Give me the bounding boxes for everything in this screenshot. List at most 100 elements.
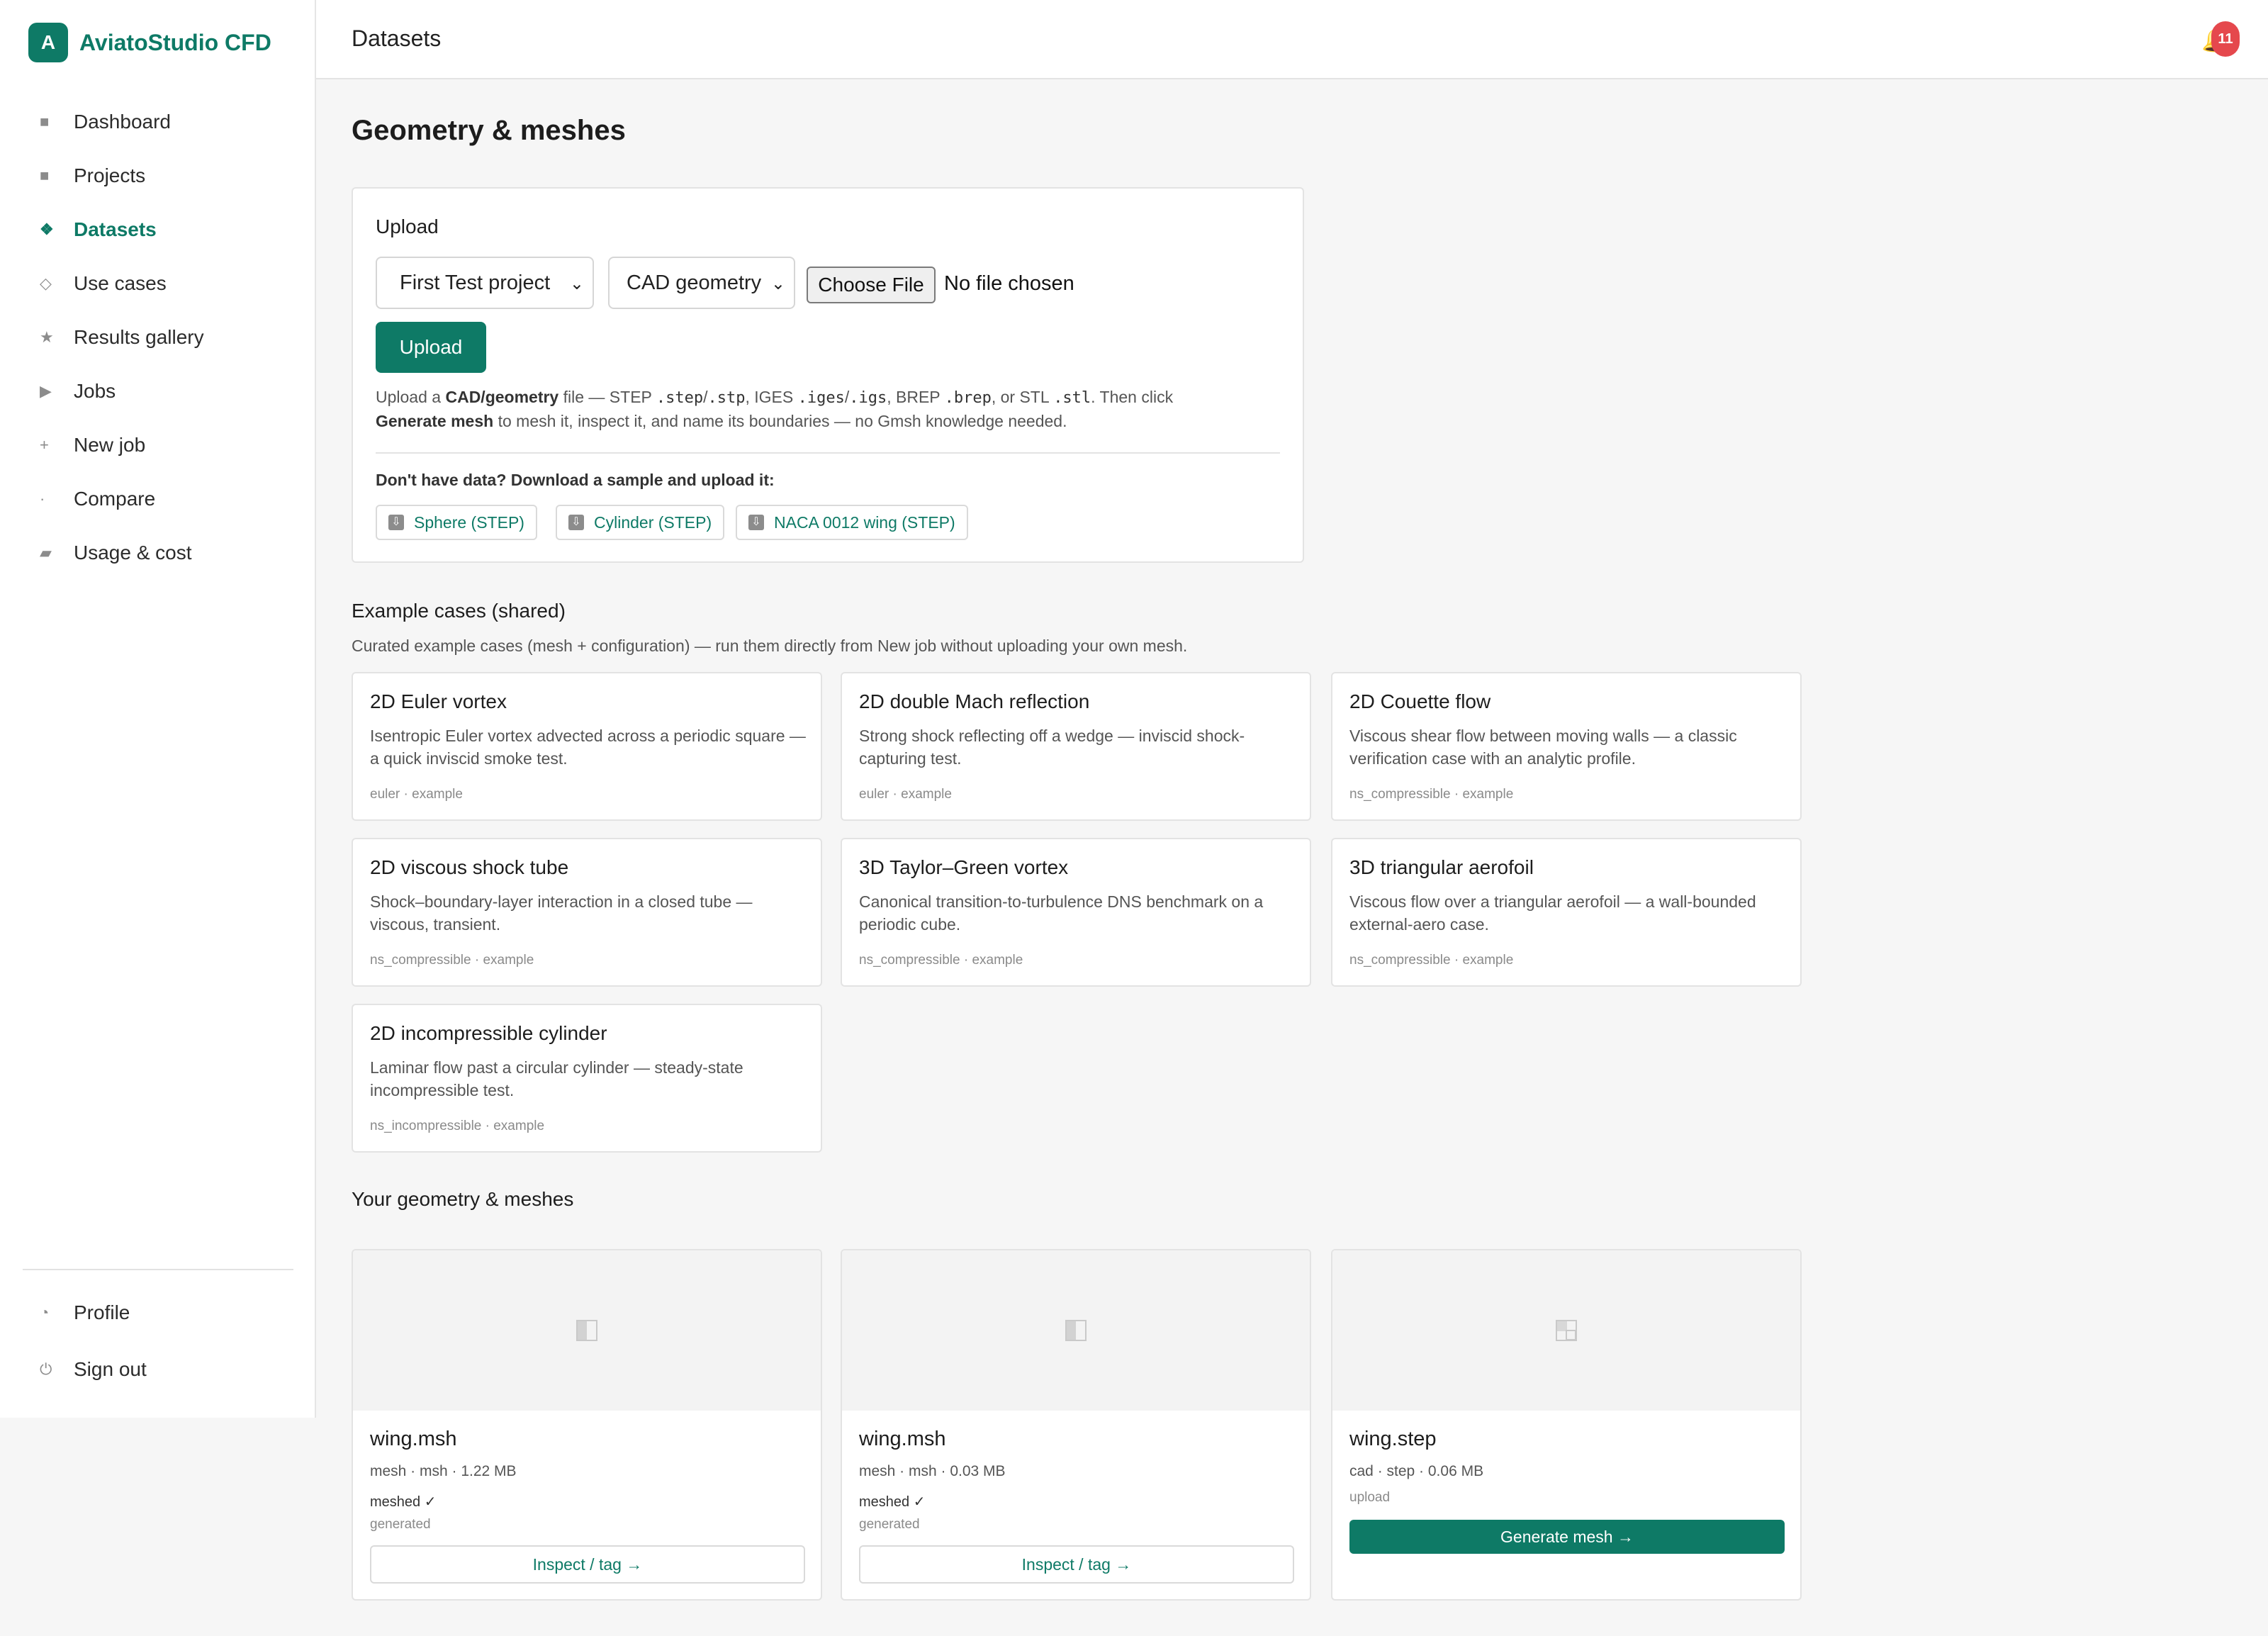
sidebar-item-sign-out[interactable]: ⏻ Sign out [28, 1350, 298, 1389]
generate-mesh-button[interactable]: Generate mesh → [1349, 1520, 1785, 1554]
geometry-meta: mesh · msh · 1.22 MB [370, 1463, 517, 1479]
geometry-filename: wing.step [1349, 1428, 1437, 1450]
upload-help-text: Upload a CAD/geometry file — STEP .step/… [376, 388, 1174, 430]
example-description: Viscous shear flow between moving walls … [1349, 727, 1737, 768]
example-meta: euler · example [370, 787, 463, 802]
sidebar-divider [23, 1269, 293, 1270]
sample-sphere-link[interactable]: ⇩ Sphere (STEP) [376, 505, 537, 540]
sidebar-item-compare[interactable]: · Compare [28, 479, 298, 519]
geometry-filename: wing.msh [370, 1428, 457, 1450]
page-title: Geometry & meshes [352, 115, 626, 146]
page-header-title: Datasets [352, 26, 442, 51]
profile-icon: ◔ [40, 1304, 50, 1321]
mesh-placeholder-icon [1065, 1320, 1087, 1341]
sample-cylinder-link[interactable]: ⇩ Cylinder (STEP) [556, 505, 725, 540]
geometry-type-select-value: CAD geometry [627, 271, 762, 294]
brand-name: AviatoStudio CFD [79, 29, 271, 55]
sidebar-item-label: Dashboard [74, 111, 171, 133]
diamond-outline-icon: ◇ [40, 274, 52, 292]
geometry-thumbnail [1332, 1250, 1800, 1411]
cad-placeholder-icon [1556, 1320, 1577, 1341]
chevron-down-icon: ⌄ [569, 274, 584, 293]
upload-card: Upload First Test project ⌄ CAD geometry… [352, 187, 1304, 563]
geometry-meta: cad · step · 0.06 MB [1349, 1463, 1484, 1479]
download-icon: ⇩ [748, 515, 764, 530]
plus-icon: + [40, 436, 49, 454]
examples-section-title: Example cases (shared) [352, 600, 566, 622]
upload-heading: Upload [376, 215, 439, 237]
example-title: 2D incompressible cylinder [370, 1022, 607, 1044]
choose-file-button[interactable]: Choose File [807, 267, 936, 303]
geometry-status: meshed ✓ [859, 1494, 926, 1510]
example-card[interactable]: 2D double Mach reflection Strong shock r… [841, 672, 1311, 821]
example-meta: ns_incompressible · example [370, 1119, 545, 1133]
sidebar-item-results-gallery[interactable]: ★ Results gallery [28, 318, 298, 357]
geometry-meta: mesh · msh · 0.03 MB [859, 1463, 1006, 1479]
example-card[interactable]: 2D viscous shock tube Shock–boundary-lay… [352, 838, 822, 987]
download-icon: ⇩ [388, 515, 404, 530]
notification-count-badge: 11 [2211, 21, 2240, 57]
file-status: No file chosen [944, 272, 1074, 295]
sample-title: Don't have data? Download a sample and u… [376, 471, 775, 489]
geometry-filename: wing.msh [859, 1428, 946, 1450]
sidebar-item-label: Datasets [74, 218, 157, 240]
geometry-card: wing.step cad · step · 0.06 MB upload Ge… [1331, 1249, 1802, 1601]
divider [376, 452, 1280, 454]
sidebar-item-datasets[interactable]: ❖ Datasets [28, 210, 298, 250]
mesh-placeholder-icon [576, 1320, 597, 1341]
example-description: Canonical transition-to-turbulence DNS b… [859, 892, 1264, 934]
inspect-tag-button[interactable]: Inspect / tag → [859, 1545, 1294, 1584]
example-description: Laminar flow past a circular cylinder — … [370, 1058, 743, 1099]
square-icon: ■ [40, 167, 50, 184]
examples-section-subtitle: Curated example cases (mesh + configurat… [352, 637, 1188, 655]
geometry-type-select[interactable]: CAD geometry ⌄ [608, 257, 795, 309]
brand[interactable]: A AviatoStudio CFD [28, 23, 271, 62]
sidebar-item-new-job[interactable]: + New job [28, 425, 298, 465]
sidebar-item-usage-cost[interactable]: ▰ Usage & cost [28, 533, 298, 573]
example-title: 3D triangular aerofoil [1349, 856, 1534, 878]
brand-logo: A [28, 23, 68, 62]
example-card[interactable]: 2D Couette flow Viscous shear flow betwe… [1331, 672, 1802, 821]
example-card[interactable]: 3D triangular aerofoil Viscous flow over… [1331, 838, 1802, 987]
example-title: 2D Couette flow [1349, 690, 1491, 712]
sidebar-item-profile[interactable]: ◔ Profile [28, 1293, 298, 1333]
geometry-source: generated [370, 1517, 431, 1532]
sidebar-item-use-cases[interactable]: ◇ Use cases [28, 264, 298, 303]
sidebar-item-projects[interactable]: ■ Projects [28, 156, 298, 196]
sidebar-item-dashboard[interactable]: ■ Dashboard [28, 102, 298, 142]
top-bar: Datasets 🔔 11 [316, 0, 2268, 79]
example-description: Strong shock reflecting off a wedge — in… [859, 727, 1245, 768]
sidebar-item-label: New job [74, 434, 146, 456]
example-title: 2D double Mach reflection [859, 690, 1090, 712]
play-icon: ▶ [40, 382, 52, 400]
geometry-section-title: Your geometry & meshes [352, 1188, 574, 1210]
sample-naca-wing-link[interactable]: ⇩ NACA 0012 wing (STEP) [736, 505, 968, 540]
sidebar: A AviatoStudio CFD ■ Dashboard ■ Project… [0, 0, 316, 1418]
app-window: A AviatoStudio CFD ■ Dashboard ■ Project… [0, 0, 2268, 1636]
notifications-button[interactable]: 🔔 11 [2201, 21, 2241, 61]
chevron-down-icon: ⌄ [770, 274, 785, 293]
sidebar-item-jobs[interactable]: ▶ Jobs [28, 371, 298, 411]
example-title: 3D Taylor–Green vortex [859, 856, 1069, 878]
dot-icon: · [40, 490, 45, 508]
project-select[interactable]: First Test project ⌄ [376, 257, 594, 309]
upload-button[interactable]: Upload [376, 322, 486, 373]
example-card[interactable]: 2D incompressible cylinder Laminar flow … [352, 1004, 822, 1153]
example-meta: ns_compressible · example [1349, 953, 1514, 968]
geometry-thumbnail [842, 1250, 1310, 1411]
project-select-value: First Test project [400, 271, 551, 294]
geometry-source: upload [1349, 1490, 1391, 1505]
example-description: Isentropic Euler vortex advected across … [370, 727, 806, 768]
sidebar-item-label: Compare [74, 488, 156, 510]
example-card[interactable]: 2D Euler vortex Isentropic Euler vortex … [352, 672, 822, 821]
example-meta: ns_compressible · example [859, 953, 1023, 968]
sidebar-item-label: Use cases [74, 272, 167, 294]
sidebar-item-label: Jobs [74, 380, 116, 402]
sidebar-item-label: Sign out [74, 1358, 147, 1380]
inspect-tag-button[interactable]: Inspect / tag → [370, 1545, 805, 1584]
example-card[interactable]: 3D Taylor–Green vortex Canonical transit… [841, 838, 1311, 987]
star-icon: ★ [40, 328, 54, 346]
geometry-status: meshed ✓ [370, 1494, 437, 1510]
sidebar-item-label: Results gallery [74, 326, 204, 348]
example-description: Viscous flow over a triangular aerofoil … [1349, 892, 1756, 934]
